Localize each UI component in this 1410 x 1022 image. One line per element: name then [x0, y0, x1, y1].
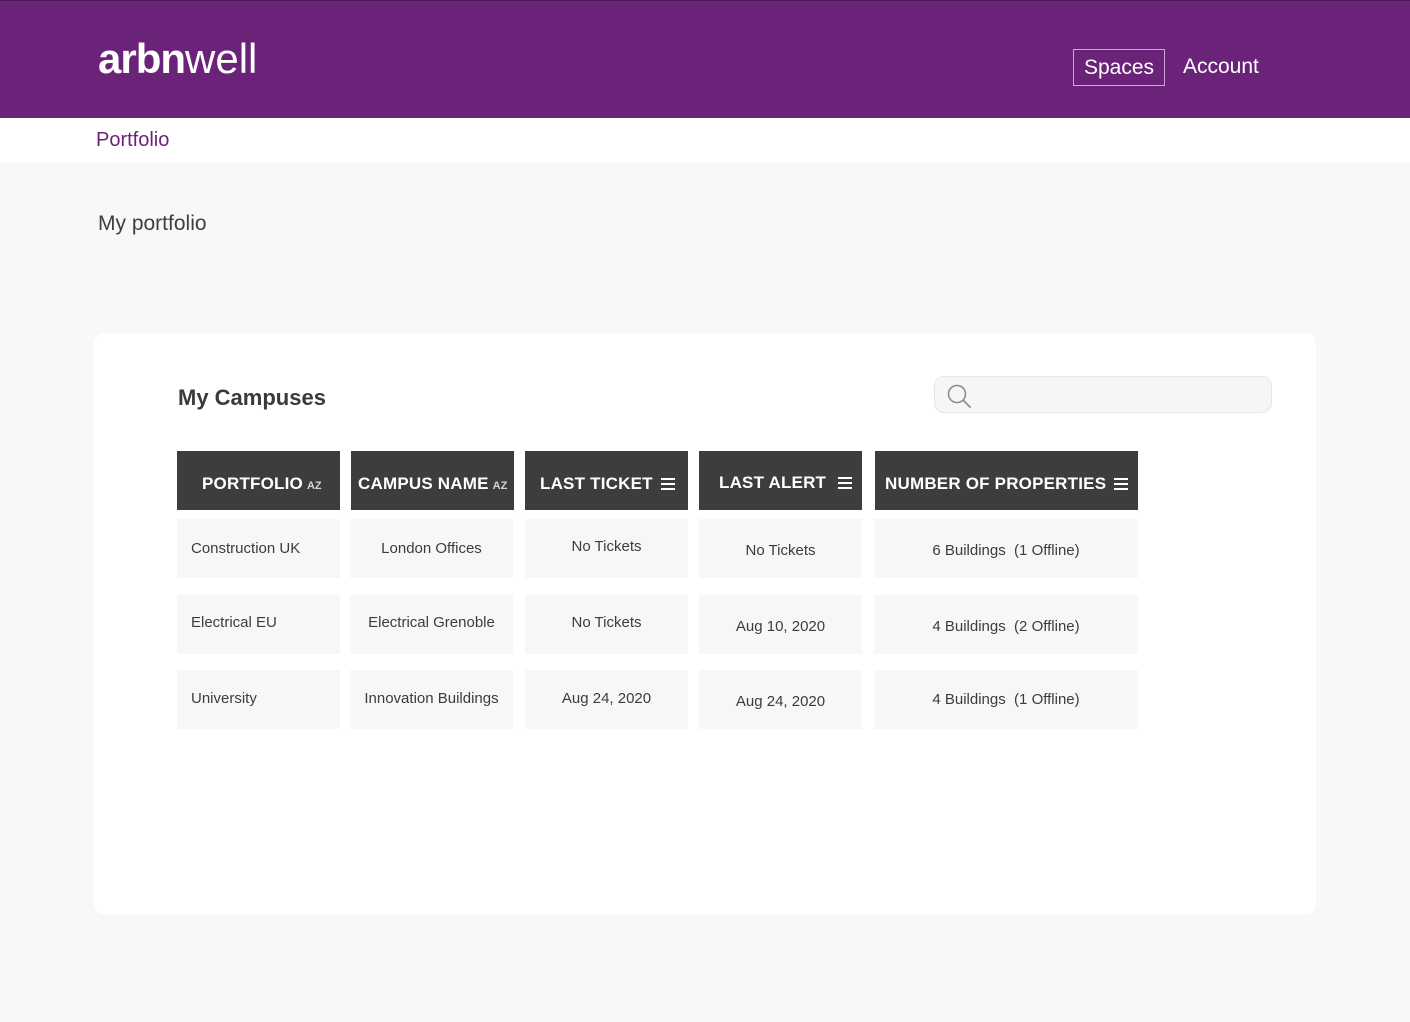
search-icon: [947, 384, 971, 408]
table-cell-portfolio: Electrical EU: [177, 595, 340, 654]
column-header-last-alert[interactable]: LAST ALERT: [699, 451, 862, 510]
search-box[interactable]: [934, 376, 1272, 413]
column-header-last-ticket[interactable]: LAST TICKET: [525, 451, 688, 510]
table-cell-campus-name[interactable]: London Offices: [350, 519, 513, 578]
breadcrumb-portfolio[interactable]: Portfolio: [96, 128, 169, 152]
table-cell-last-alert: No Tickets: [699, 519, 862, 578]
menu-icon[interactable]: [660, 478, 675, 490]
table-cell-last-ticket: No Tickets: [525, 519, 688, 578]
my-campuses-card: My Campuses PORTFOLIO AZ CAMPUS NAME AZ LA…: [94, 333, 1316, 914]
logo-text-bold: arbn: [98, 35, 186, 82]
search-input[interactable]: [981, 383, 1265, 407]
nav-account-link[interactable]: Account: [1183, 49, 1259, 86]
table-cell-portfolio: University: [177, 670, 340, 729]
logo-text-light: well: [185, 35, 258, 82]
table-cell-portfolio: Construction UK: [177, 519, 340, 578]
table-cell-last-alert: Aug 10, 2020: [699, 595, 862, 654]
table-cell-last-ticket: No Tickets: [525, 595, 688, 654]
column-header-label: LAST ALERT: [719, 473, 827, 492]
breadcrumb-bar: Portfolio: [0, 118, 1410, 162]
table-cell-number-of-properties: 6 Buildings (1 Offline): [874, 519, 1138, 578]
column-header-label: NUMBER OF PROPERTIES: [885, 474, 1107, 493]
column-header-label: CAMPUS NAME: [358, 474, 489, 493]
column-header-label: LAST TICKET: [540, 474, 653, 493]
sort-az-icon[interactable]: AZ: [493, 454, 508, 519]
table-cell-campus-name[interactable]: Innovation Buildings: [350, 670, 513, 729]
table-cell-number-of-properties: 4 Buildings (1 Offline): [874, 670, 1138, 729]
top-navigation-bar: arbnwell Spaces Account: [0, 0, 1410, 118]
table-cell-last-alert: Aug 24, 2020: [699, 670, 862, 729]
table-cell-last-ticket: Aug 24, 2020: [525, 670, 688, 729]
menu-icon[interactable]: [838, 477, 853, 489]
card-title: My Campuses: [178, 385, 326, 410]
arbnwell-logo[interactable]: arbnwell: [98, 33, 257, 85]
sort-az-icon[interactable]: AZ: [307, 454, 322, 519]
column-header-portfolio[interactable]: PORTFOLIO AZ: [177, 451, 340, 510]
table-cell-number-of-properties: 4 Buildings (2 Offline): [874, 595, 1138, 654]
column-header-label: PORTFOLIO: [202, 474, 303, 493]
column-header-campus-name[interactable]: CAMPUS NAME AZ: [351, 451, 514, 510]
nav-spaces-button[interactable]: Spaces: [1073, 49, 1165, 86]
column-header-number-of-properties[interactable]: NUMBER OF PROPERTIES: [875, 451, 1138, 510]
table-cell-campus-name[interactable]: Electrical Grenoble: [350, 595, 513, 654]
page-title: My portfolio: [98, 212, 207, 235]
menu-icon[interactable]: [1114, 478, 1129, 490]
